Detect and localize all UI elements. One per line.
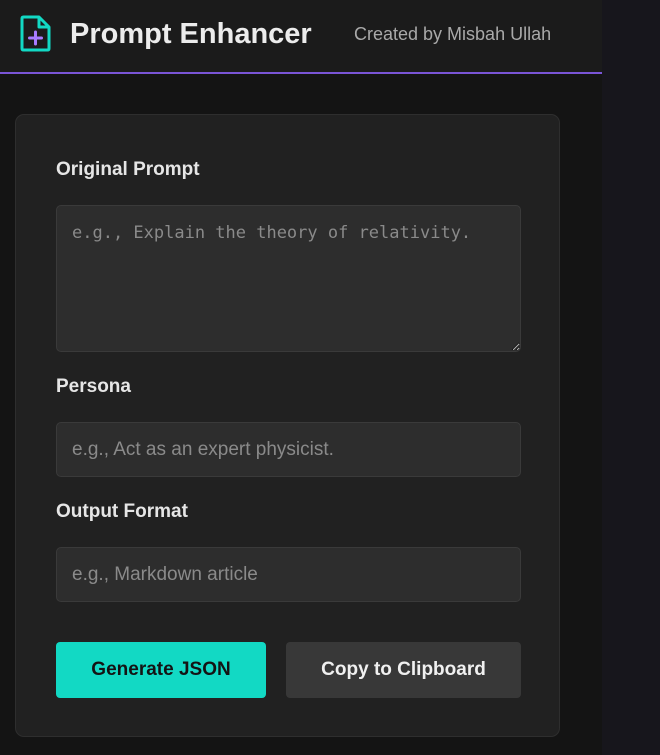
original-prompt-textarea[interactable] bbox=[56, 205, 521, 352]
copy-to-clipboard-button[interactable]: Copy to Clipboard bbox=[286, 642, 521, 698]
persona-label: Persona bbox=[56, 376, 131, 397]
app-header: Prompt Enhancer Created by Misbah Ullah bbox=[0, 0, 602, 74]
app-root: Prompt Enhancer Created by Misbah Ullah … bbox=[0, 0, 660, 755]
persona-input[interactable] bbox=[56, 422, 521, 477]
generate-json-button[interactable]: Generate JSON bbox=[56, 642, 266, 698]
output-format-input[interactable] bbox=[56, 547, 521, 602]
original-prompt-label: Original Prompt bbox=[56, 159, 200, 180]
app-title: Prompt Enhancer bbox=[70, 18, 312, 50]
file-plus-icon bbox=[20, 15, 51, 52]
page-background-strip bbox=[602, 0, 660, 755]
author-credit: Created by Misbah Ullah bbox=[354, 24, 552, 44]
output-format-label: Output Format bbox=[56, 501, 188, 522]
